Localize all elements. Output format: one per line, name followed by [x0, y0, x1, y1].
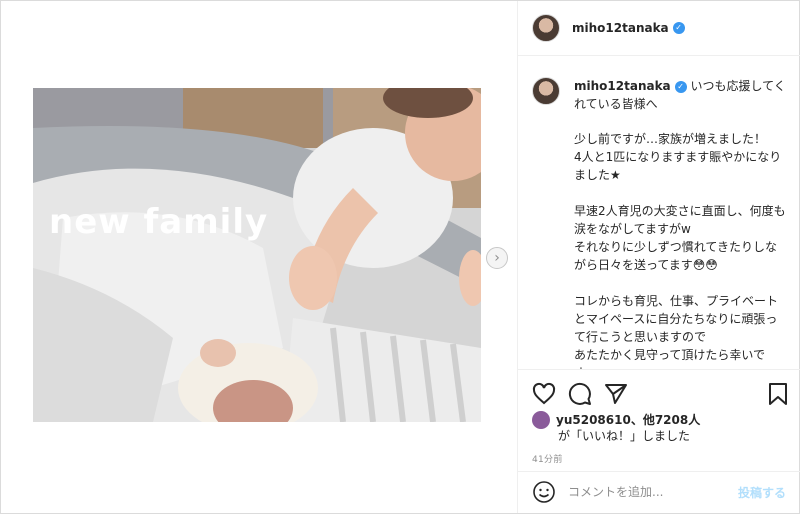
likes-count[interactable]: yu5208610、他7208人 [556, 413, 700, 427]
post-header: miho12tanaka ✓ [518, 1, 800, 56]
comment-icon[interactable] [568, 382, 592, 406]
photo-overlay-text: new family [49, 202, 269, 242]
likes-suffix: が「いいね！」しました [558, 429, 691, 443]
verified-badge-icon: ✓ [672, 22, 685, 34]
post-side-panel: miho12tanaka ✓ miho12tanaka ✓ いつも応援してくれてい… [517, 1, 800, 513]
post-photo[interactable]: new family [33, 88, 481, 422]
likes-text[interactable]: yu5208610、他7208人 [556, 412, 700, 428]
next-image-button[interactable]: › [486, 247, 508, 269]
post-actions: yu5208610、他7208人 が「いいね！」しました 41分前 投稿する [518, 369, 800, 511]
avatar[interactable] [532, 411, 550, 429]
comment-input[interactable] [568, 485, 738, 499]
caption-area: miho12tanaka ✓ いつも応援してくれている皆様へ 少し前ですが…家族が… [518, 57, 800, 369]
smiley-icon[interactable] [532, 480, 556, 504]
avatar[interactable] [532, 14, 560, 42]
caption-row: miho12tanaka ✓ いつも応援してくれている皆様へ 少し前ですが…家族が… [532, 77, 788, 369]
action-icon-row [532, 382, 790, 406]
likes-summary: yu5208610、他7208人 [532, 411, 700, 429]
caption-body: 少し前ですが…家族が増えました！ 4人と1匹になりますます賑やかになりました★ … [574, 132, 786, 369]
avatar[interactable] [532, 77, 560, 105]
post-comment-button[interactable]: 投稿する [738, 484, 786, 501]
chevron-right-icon: › [494, 250, 500, 266]
caption-text: miho12tanaka ✓ いつも応援してくれている皆様へ 少し前ですが…家族が… [574, 77, 788, 369]
verified-badge-icon: ✓ [674, 80, 687, 93]
bookmark-icon[interactable] [766, 382, 790, 406]
post-timestamp[interactable]: 41分前 [532, 452, 563, 465]
caption-username[interactable]: miho12tanaka [574, 79, 671, 93]
comment-box: 投稿する [518, 471, 800, 512]
heart-icon[interactable] [532, 382, 556, 406]
header-username[interactable]: miho12tanaka [572, 21, 669, 35]
post-media: new family › [1, 1, 517, 513]
paper-plane-icon[interactable] [604, 382, 628, 406]
baby-photo-illustration [33, 88, 481, 422]
